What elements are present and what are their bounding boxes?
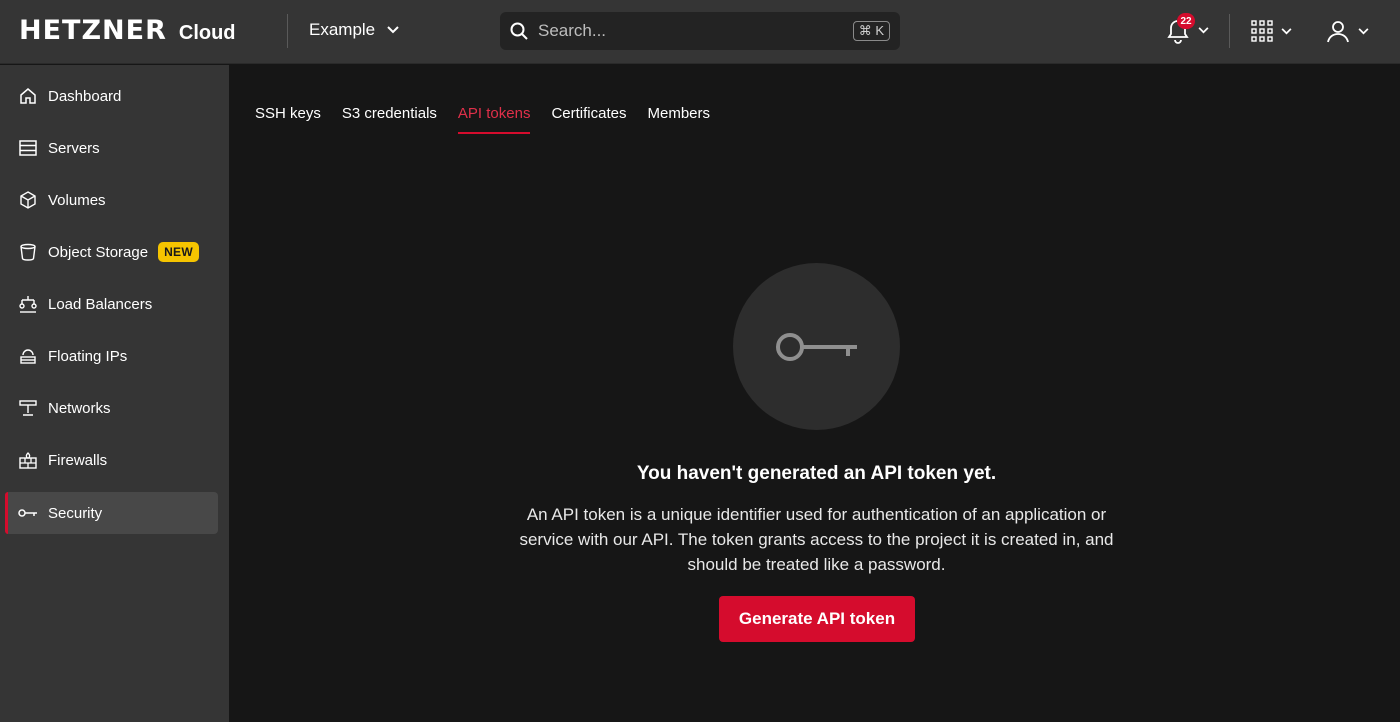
user-icon [1327,21,1349,43]
header-divider [287,14,288,48]
main-content: SSH keys S3 credentials API tokens Certi… [229,65,1400,722]
hetzner-logo[interactable]: HETZNER Cloud [19,17,236,45]
sidebar-item-label: Volumes [48,191,106,209]
top-header: HETZNER Cloud Example Search... ⌘ K 22 [0,0,1400,64]
sidebar-item-label: Servers [48,139,100,157]
sidebar-item-networks[interactable]: Networks [5,387,218,429]
sidebar-item-label: Load Balancers [48,295,153,313]
grid-icon [1251,20,1273,42]
sidebar-item-load-balancers[interactable]: Load Balancers [5,283,218,325]
sidebar-item-label: Object Storage [48,243,149,261]
empty-state-title: You haven't generated an API token yet. [636,463,997,484]
network-icon [18,398,38,418]
chevron-down-icon [387,26,399,34]
notification-count-badge: 22 [1177,13,1195,29]
sidebar: Dashboard Servers Volumes Object Storage… [0,65,229,722]
server-icon [18,138,38,158]
key-icon [18,503,38,523]
sidebar-item-firewalls[interactable]: Firewalls [5,439,218,481]
empty-state-illustration [733,263,900,430]
logo-product-name: Cloud [178,22,236,44]
sidebar-item-label: Firewalls [48,451,108,469]
search-icon [510,22,528,40]
floating-ip-icon [18,346,38,366]
sidebar-item-label: Dashboard [48,87,122,105]
search-placeholder: Search... [538,21,607,40]
tab-members[interactable]: Members [648,105,711,134]
sidebar-item-dashboard[interactable]: Dashboard [5,75,218,117]
logo-wordmark: HETZNER [19,15,167,46]
sidebar-item-label: Security [48,504,103,522]
empty-state-description: An API token is a unique identifier used… [519,505,1114,574]
chevron-down-icon [1198,26,1209,33]
notifications-button[interactable]: 22 [1166,13,1209,44]
sidebar-item-security[interactable]: Security [5,492,218,534]
new-badge: NEW [158,242,199,262]
security-tabs: SSH keys S3 credentials API tokens Certi… [255,105,710,134]
header-divider [1229,14,1230,48]
chevron-down-icon [1358,27,1369,34]
tab-ssh-keys[interactable]: SSH keys [255,105,321,134]
load-balancer-icon [18,294,38,314]
bucket-icon [18,242,38,262]
sidebar-item-label: Floating IPs [48,347,128,365]
tab-api-tokens[interactable]: API tokens [457,105,530,134]
sidebar-item-floating-ips[interactable]: Floating IPs [5,335,218,377]
project-name: Example [309,20,376,39]
cube-icon [18,190,38,210]
project-selector[interactable]: Example [309,20,399,40]
generate-api-token-button[interactable]: Generate API token [719,596,915,642]
sidebar-item-object-storage[interactable]: Object Storage NEW [5,231,218,273]
tab-s3-credentials[interactable]: S3 credentials [342,105,437,134]
apps-menu-button[interactable] [1251,20,1292,42]
home-icon [18,86,38,106]
sidebar-item-label: Networks [48,399,111,417]
search-shortcut: ⌘ K [852,21,890,41]
sidebar-item-servers[interactable]: Servers [5,127,218,169]
user-menu-button[interactable] [1326,19,1369,43]
firewall-icon [18,450,38,470]
search-bar[interactable]: Search... ⌘ K [500,12,900,50]
key-icon [775,332,857,361]
tab-certificates[interactable]: Certificates [551,105,626,134]
chevron-down-icon [1281,27,1292,34]
sidebar-item-volumes[interactable]: Volumes [5,179,218,221]
